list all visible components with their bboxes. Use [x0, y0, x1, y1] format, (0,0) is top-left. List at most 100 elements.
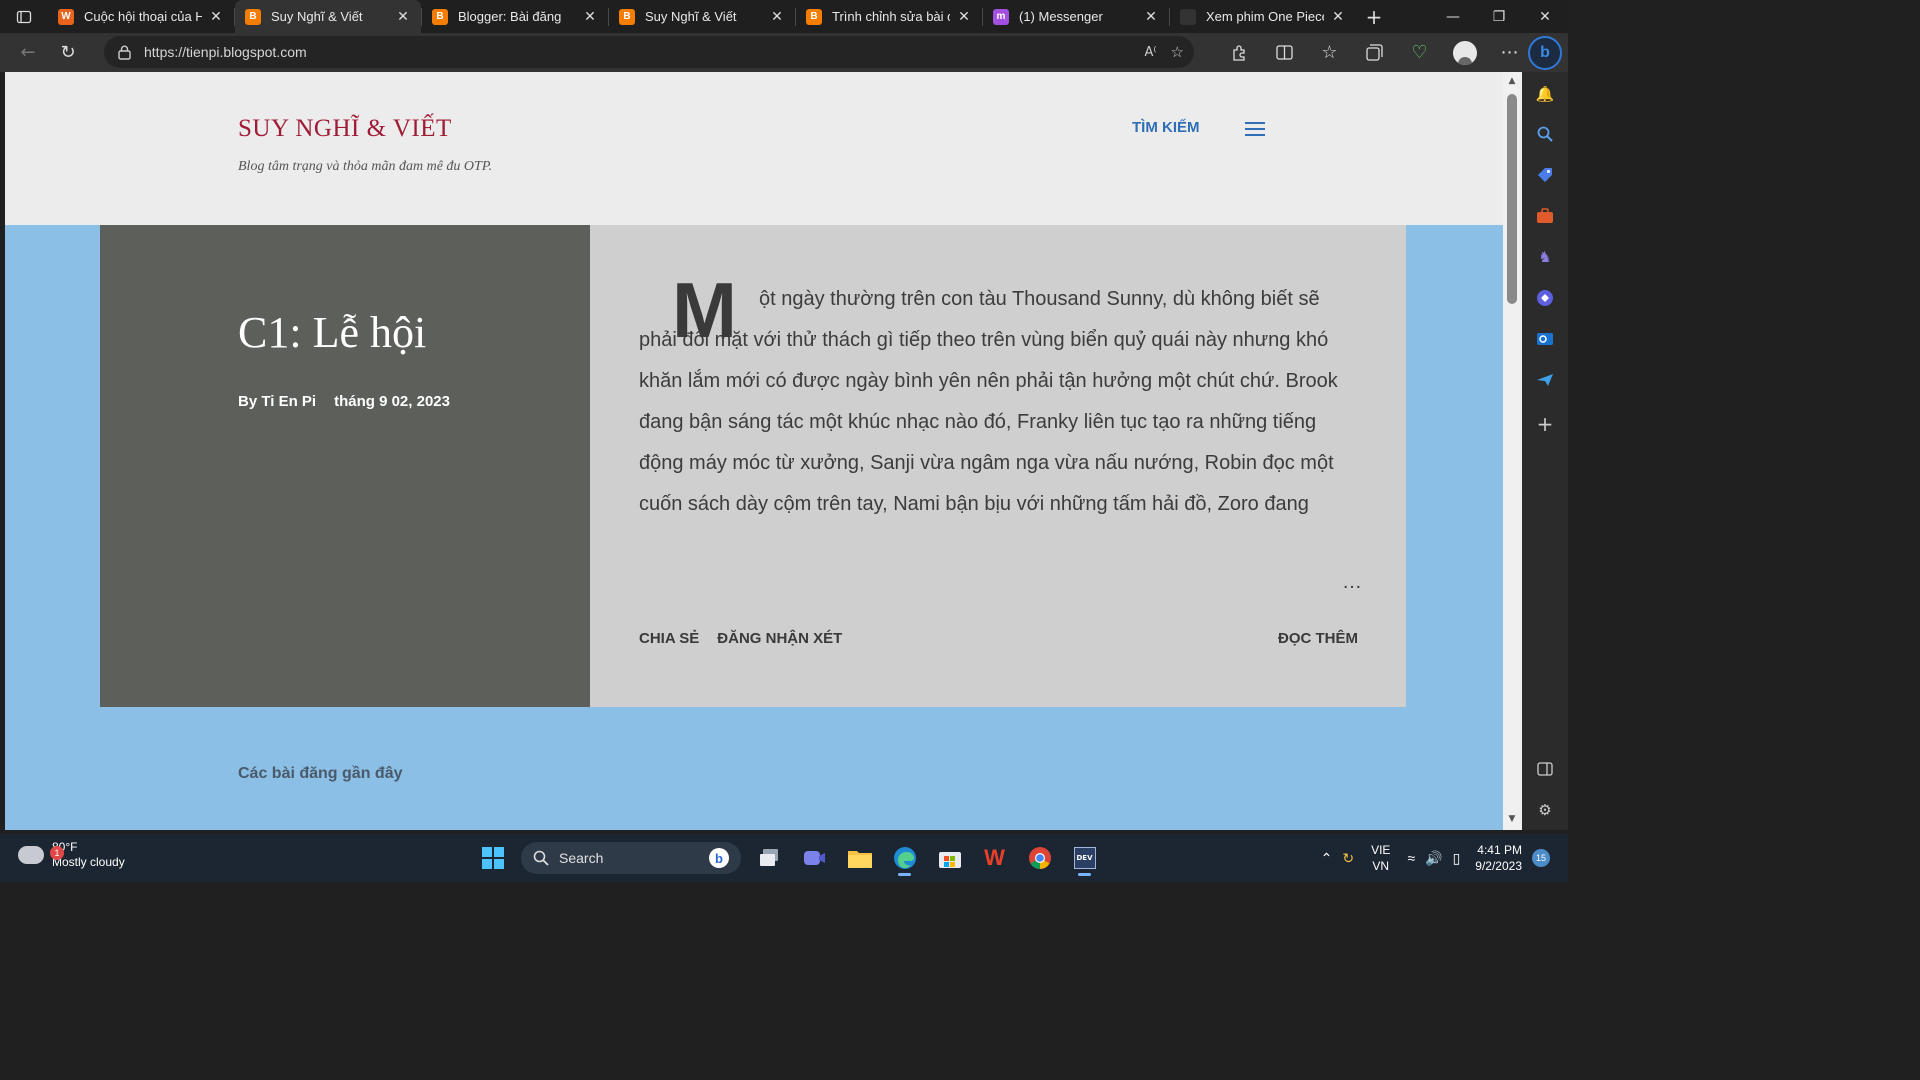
task-view-icon[interactable]	[747, 838, 792, 878]
hamburger-menu-icon[interactable]	[1245, 122, 1265, 136]
post-date[interactable]: tháng 9 02, 2023	[334, 393, 450, 410]
search-link[interactable]: TÌM KIẾM	[1132, 119, 1200, 136]
post-actions: CHIA SẺ ĐĂNG NHẬN XÉT	[639, 630, 842, 647]
input-language[interactable]: VIE VN	[1371, 842, 1390, 874]
send-icon[interactable]	[1533, 368, 1557, 392]
wifi-icon[interactable]: ≈	[1407, 850, 1415, 866]
volume-icon[interactable]: 🔊	[1425, 850, 1442, 867]
address-bar[interactable]: https://tienpi.blogspot.com A⁽ ☆	[104, 36, 1194, 68]
shopping-tag-icon[interactable]	[1533, 163, 1557, 187]
close-tab-icon[interactable]: ✕	[1143, 8, 1159, 25]
devc-app-icon[interactable]: DEV	[1062, 838, 1107, 878]
tools-icon[interactable]	[1533, 204, 1557, 228]
clock[interactable]: 4:41 PM 9/2/2023	[1475, 842, 1522, 874]
tab-actions-button[interactable]	[0, 0, 48, 33]
browser-tab[interactable]: W Cuộc hội thoại của He ✕	[48, 0, 234, 33]
blog-title[interactable]: SUY NGHĨ & VIẾT	[238, 115, 452, 143]
post-title[interactable]: C1: Lễ hội	[238, 307, 426, 358]
notification-center-badge[interactable]: 15	[1532, 849, 1550, 867]
outlook-icon[interactable]	[1533, 327, 1557, 351]
tab-favicon-icon: W	[58, 8, 74, 25]
windows-taskbar: 1 80°F Mostly cloudy Search b W DEV ⌃ ↻ …	[0, 834, 1568, 882]
split-screen-icon[interactable]	[1262, 37, 1307, 69]
post-meta: By Ti En Pi tháng 9 02, 2023	[238, 393, 450, 410]
chrome-icon[interactable]	[1017, 838, 1062, 878]
hide-sidebar-icon[interactable]	[1533, 757, 1557, 781]
teams-chat-icon[interactable]	[792, 838, 837, 878]
lock-icon[interactable]	[104, 45, 144, 60]
region-code: VN	[1372, 859, 1390, 873]
browser-essentials-icon[interactable]: ♡	[1397, 37, 1442, 69]
read-aloud-icon[interactable]: A⁽	[1144, 45, 1156, 60]
close-tab-icon[interactable]: ✕	[956, 8, 972, 25]
browser-tab[interactable]: B Suy Nghĩ & Viết ✕	[609, 0, 795, 33]
post-header-panel: C1: Lễ hội By Ti En Pi tháng 9 02, 2023	[100, 225, 590, 707]
add-sidebar-item-icon[interactable]: +	[1533, 412, 1557, 436]
post-snippet: ột ngày thường trên con tàu Thousand Sun…	[639, 288, 1338, 515]
back-button[interactable]: ←	[8, 37, 48, 69]
browser-tab[interactable]: B Trình chỉnh sửa bài đă ✕	[796, 0, 982, 33]
edge-browser-icon[interactable]	[882, 838, 927, 878]
close-window-button[interactable]: ✕	[1522, 0, 1568, 33]
minimize-button[interactable]: —	[1430, 0, 1476, 33]
battery-icon[interactable]: ▯	[1453, 850, 1461, 867]
browser-tab[interactable]: B Blogger: Bài đăng ✕	[422, 0, 608, 33]
taskbar-search[interactable]: Search b	[521, 842, 741, 874]
profile-avatar[interactable]	[1442, 37, 1487, 69]
tab-favicon-icon	[1180, 8, 1196, 25]
read-more-link[interactable]: ĐỌC THÊM	[1278, 630, 1358, 647]
clock-date: 9/2/2023	[1475, 859, 1522, 873]
tab-title: Cuộc hội thoại của He	[84, 9, 202, 24]
comment-button[interactable]: ĐĂNG NHẬN XÉT	[717, 630, 842, 647]
scroll-down-arrow[interactable]: ▼	[1507, 814, 1517, 824]
scroll-up-arrow[interactable]: ▲	[1507, 76, 1517, 86]
tab-title: Blogger: Bài đăng	[458, 9, 562, 24]
browser-tab[interactable]: Xem phim One Piece ✕	[1170, 0, 1356, 33]
tab-title: Trình chỉnh sửa bài đă	[832, 9, 950, 24]
close-tab-icon[interactable]: ✕	[769, 8, 785, 25]
scroll-thumb[interactable]	[1507, 94, 1517, 304]
refresh-button[interactable]: ↻	[48, 37, 88, 69]
post-author[interactable]: By Ti En Pi	[238, 393, 316, 410]
tab-title: Xem phim One Piece	[1206, 9, 1324, 24]
close-tab-icon[interactable]: ✕	[1330, 8, 1346, 25]
browser-toolbar: ← ↻ https://tienpi.blogspot.com A⁽ ☆ ☆ ♡…	[0, 33, 1568, 72]
sidebar-settings-icon[interactable]: ⚙	[1533, 798, 1557, 822]
favorites-icon[interactable]: ☆	[1307, 37, 1352, 69]
microsoft-store-icon[interactable]	[927, 838, 972, 878]
extensions-icon[interactable]	[1217, 37, 1262, 69]
notification-bell-icon[interactable]: 🔔	[1533, 82, 1557, 106]
file-explorer-icon[interactable]	[837, 838, 882, 878]
search-icon[interactable]	[1533, 122, 1557, 146]
bing-icon: b	[709, 848, 729, 868]
url-text: https://tienpi.blogspot.com	[144, 44, 307, 60]
share-button[interactable]: CHIA SẺ	[639, 630, 699, 647]
close-tab-icon[interactable]: ✕	[395, 8, 411, 25]
copilot-icon[interactable]	[1533, 286, 1557, 310]
browser-tab[interactable]: B Suy Nghĩ & Viết ✕	[235, 0, 421, 33]
start-button[interactable]	[470, 838, 515, 878]
browser-tab[interactable]: m (1) Messenger ✕	[983, 0, 1169, 33]
sync-icon[interactable]: ↻	[1342, 850, 1354, 867]
games-icon[interactable]: ♞	[1533, 245, 1557, 269]
page-scrollbar[interactable]: ▲ ▼	[1503, 72, 1522, 830]
restore-button[interactable]: ❐	[1476, 0, 1522, 33]
close-tab-icon[interactable]: ✕	[208, 8, 224, 25]
tab-strip: W Cuộc hội thoại của He ✕ B Suy Nghĩ & Viết ✕…	[0, 0, 1568, 33]
tab-title: Suy Nghĩ & Viết	[645, 9, 737, 24]
tab-title: Suy Nghĩ & Viết	[271, 9, 363, 24]
more-options-icon[interactable]: ⋯	[1487, 37, 1532, 69]
bing-chat-button[interactable]: b	[1528, 36, 1562, 70]
post-snippet-panel: M ột ngày thường trên con tàu Thousand S…	[590, 225, 1406, 707]
weather-widget[interactable]: 1 80°F Mostly cloudy	[18, 840, 125, 870]
show-hidden-icons-chevron-icon[interactable]: ⌃	[1321, 850, 1333, 867]
tab-actions-icon	[16, 10, 32, 23]
wps-office-icon[interactable]: W	[972, 838, 1017, 878]
favorite-star-icon[interactable]: ☆	[1171, 43, 1184, 61]
collections-icon[interactable]	[1352, 37, 1397, 69]
close-tab-icon[interactable]: ✕	[582, 8, 598, 25]
tab-favicon-icon: m	[993, 8, 1009, 25]
cloud-icon	[18, 846, 44, 864]
tab-favicon-icon: B	[619, 8, 635, 25]
new-tab-button[interactable]: +	[1356, 0, 1392, 33]
